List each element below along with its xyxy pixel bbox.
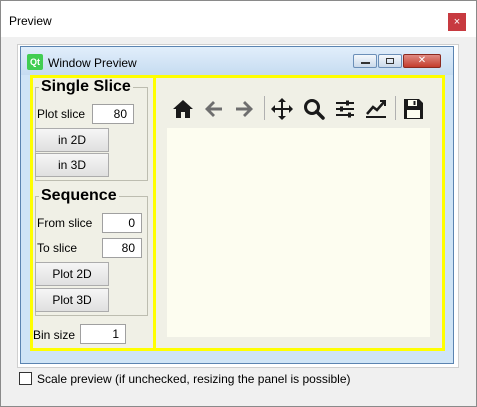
arrow-left-icon[interactable] xyxy=(202,97,226,121)
qt-window-caption[interactable]: Qt Window Preview ✕ xyxy=(21,47,453,75)
move-icon[interactable] xyxy=(270,97,294,121)
sequence-title: Sequence xyxy=(39,187,119,205)
from-slice-label: From slice xyxy=(37,216,93,230)
sliders-icon[interactable] xyxy=(333,97,357,121)
bin-size-label: Bin size xyxy=(33,328,76,342)
plot-2d-slice-button[interactable]: in 2D xyxy=(35,128,109,152)
plot-3d-sequence-button[interactable]: Plot 3D xyxy=(35,288,109,312)
qt-window-title: Window Preview xyxy=(48,56,137,70)
scale-preview-label: Scale preview (if unchecked, resizing th… xyxy=(37,372,351,386)
home-icon[interactable] xyxy=(171,97,195,121)
toolbar-separator xyxy=(264,96,265,120)
window-titlebar: Preview × xyxy=(1,1,476,37)
single-slice-title: Single Slice xyxy=(39,78,133,96)
plot-2d-sequence-button[interactable]: Plot 2D xyxy=(35,262,109,286)
plot-slice-input[interactable]: 80 xyxy=(92,104,134,124)
toolbar-separator xyxy=(395,96,396,120)
arrow-right-icon[interactable] xyxy=(232,97,256,121)
minimize-button[interactable] xyxy=(353,54,377,68)
to-slice-input[interactable]: 80 xyxy=(102,238,142,258)
zoom-icon[interactable] xyxy=(302,97,326,121)
qt-logo-icon: Qt xyxy=(27,54,43,70)
minimize-icon xyxy=(361,62,370,64)
maximize-icon xyxy=(386,58,394,64)
qt-close-button[interactable]: ✕ xyxy=(403,54,441,68)
line-chart-icon[interactable] xyxy=(364,97,388,121)
plot-3d-slice-button[interactable]: in 3D xyxy=(35,153,109,177)
plot-slice-label: Plot slice xyxy=(37,107,86,121)
window-close-button[interactable]: × xyxy=(448,13,466,31)
bin-size-input[interactable]: 1 xyxy=(80,324,126,344)
to-slice-label: To slice xyxy=(37,241,78,255)
save-icon[interactable] xyxy=(401,97,425,121)
from-slice-input[interactable]: 0 xyxy=(102,213,142,233)
plot-canvas[interactable] xyxy=(167,128,430,337)
maximize-button[interactable] xyxy=(378,54,402,68)
window-title: Preview xyxy=(9,14,52,28)
scale-preview-checkbox[interactable] xyxy=(19,372,32,385)
